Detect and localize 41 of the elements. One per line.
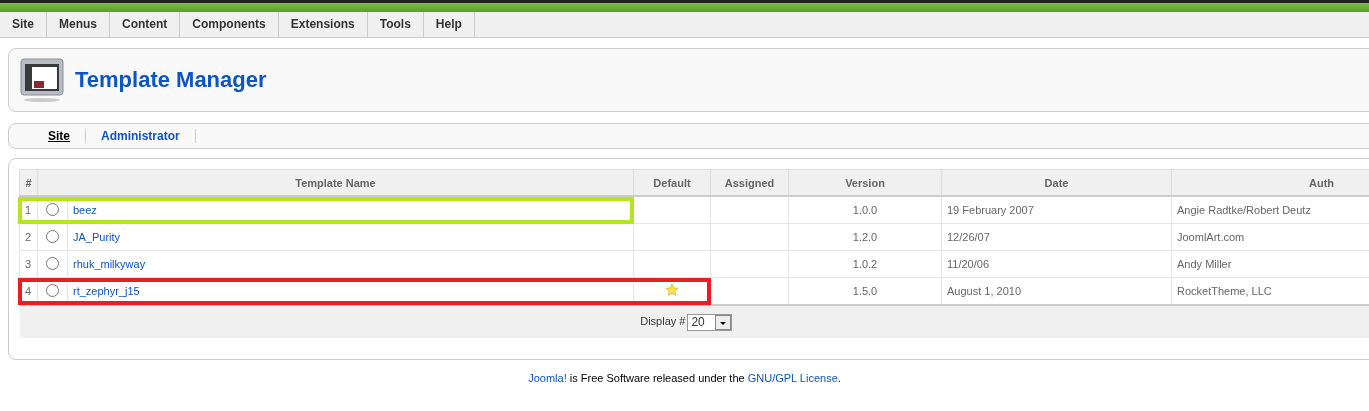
table-cell: 12/26/07 <box>941 223 1172 251</box>
radio-button[interactable] <box>46 256 59 270</box>
joomla-link[interactable]: Joomla! <box>528 372 567 384</box>
page-title: Template Manager <box>75 67 267 93</box>
radio-button[interactable] <box>46 229 59 243</box>
table-cell: 19 February 2007 <box>941 196 1172 224</box>
table-cell: 2 <box>19 223 38 251</box>
template-icon <box>19 57 65 103</box>
template-link[interactable]: rt_zephyr_j15 <box>73 285 140 297</box>
table-cell: 3 <box>19 250 38 278</box>
menu-item[interactable]: Content <box>110 12 181 37</box>
menu-item[interactable]: Extensions <box>278 12 368 37</box>
caret-icon <box>714 314 731 330</box>
display-select[interactable]: 20 <box>687 313 732 331</box>
menu-item[interactable]: Help <box>423 12 475 37</box>
star-icon <box>665 283 679 297</box>
display-label: Display # <box>640 314 686 327</box>
table-cell: 1.0.0 <box>788 196 942 224</box>
table-cell: 1.0.2 <box>788 250 942 278</box>
column-header: # <box>19 169 38 196</box>
template-link[interactable]: beez <box>73 204 97 216</box>
column-header: Date <box>941 169 1172 196</box>
template-link[interactable]: rhuk_milkyway <box>73 258 146 270</box>
table-cell: 11/20/06 <box>941 250 1172 278</box>
license-link[interactable]: GNU/GPL License <box>747 372 838 384</box>
column-header: Assigned <box>710 169 789 196</box>
column-header: Auth <box>1171 169 1369 196</box>
footer-text: Joomla! is Free Software released under the GNU/GPL License. <box>527 372 842 384</box>
menu-item[interactable]: Site <box>0 12 47 37</box>
submenu-tab[interactable]: Site <box>33 129 86 143</box>
radio-button[interactable] <box>46 283 59 297</box>
column-header: Template Name <box>37 169 634 196</box>
template-link[interactable]: JA_Purity <box>73 231 121 243</box>
column-header: Version <box>788 169 942 196</box>
table-cell: 1.2.0 <box>788 223 942 251</box>
menu-item[interactable]: Menus <box>47 12 111 37</box>
menu-item[interactable]: Tools <box>367 12 424 37</box>
submenu-tab[interactable]: Administrator <box>86 129 196 143</box>
column-header: Default <box>633 169 711 196</box>
radio-button[interactable] <box>46 202 59 216</box>
menu-item[interactable]: Components <box>180 12 279 37</box>
